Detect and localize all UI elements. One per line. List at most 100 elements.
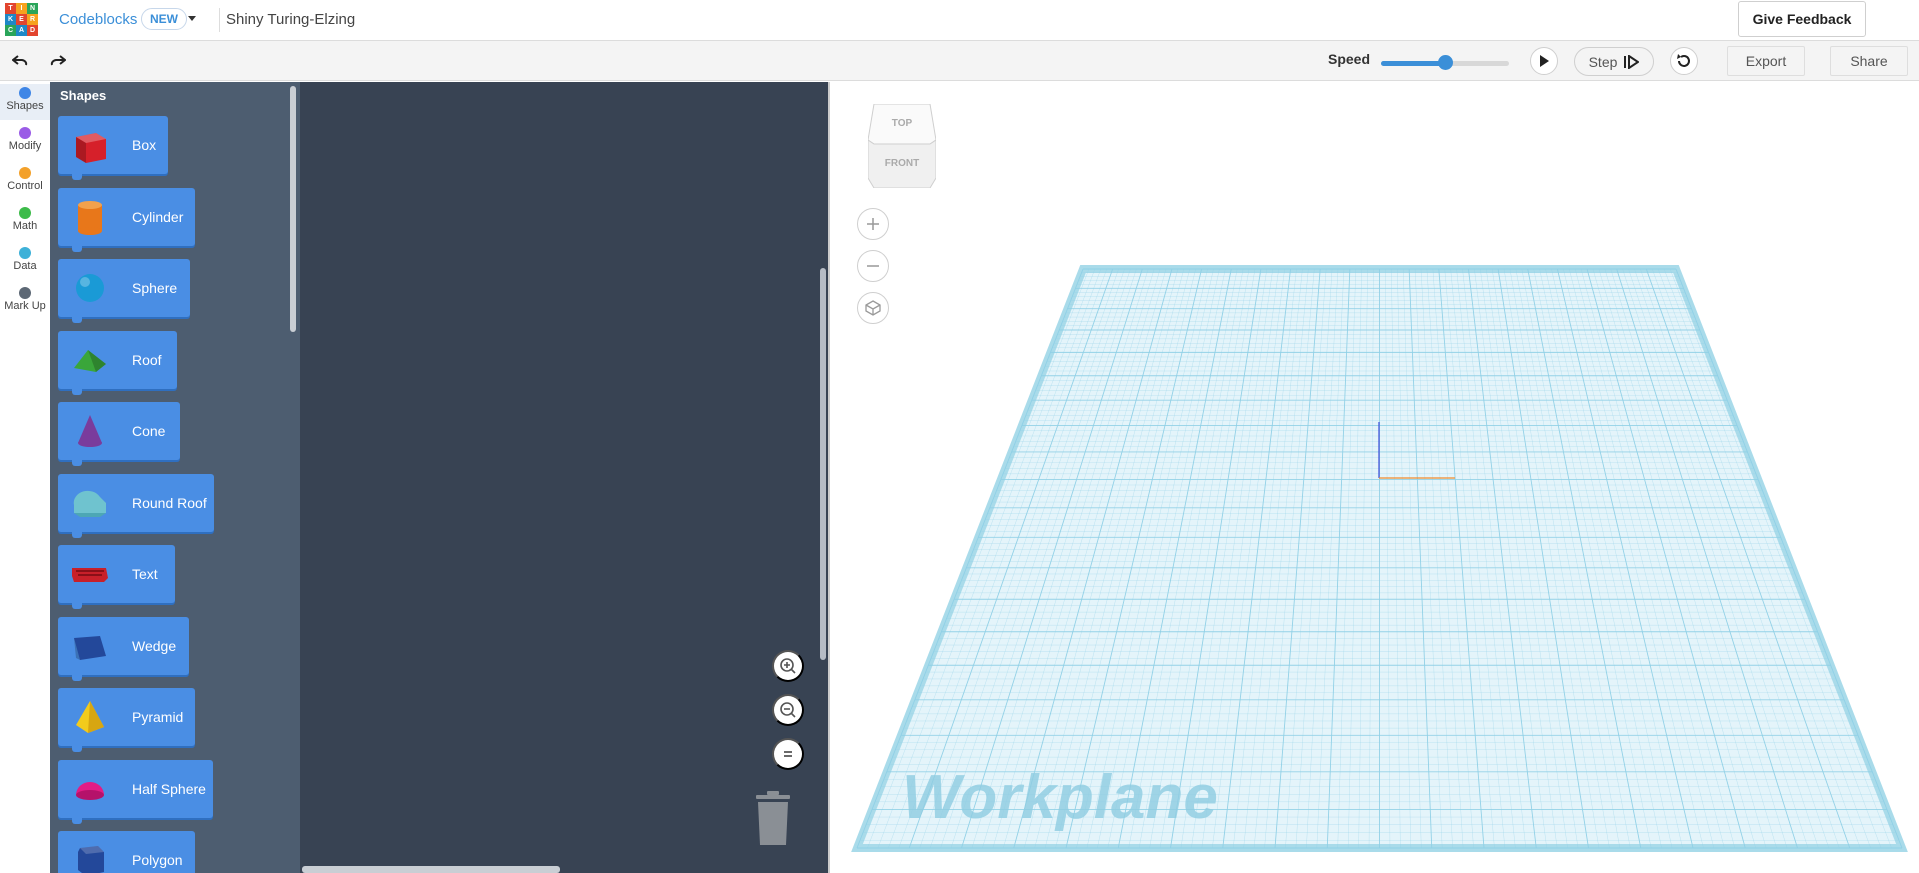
shape-block-label: Round Roof (132, 494, 207, 511)
flyout-scrollbar[interactable] (290, 86, 296, 332)
shape-block-polygon[interactable]: Polygon (58, 831, 195, 873)
shape-block-label: Pyramid (132, 709, 184, 725)
workspace-zoom-out-button[interactable] (772, 694, 804, 726)
speed-slider-fill (1381, 61, 1445, 66)
minus-icon (867, 265, 879, 267)
category-label: Shapes (6, 100, 44, 112)
category-color-dot (19, 287, 31, 299)
document-title[interactable]: Shiny Turing-Elzing (226, 11, 355, 28)
reset-button[interactable] (1670, 47, 1698, 75)
logo-letter: C (5, 25, 16, 36)
give-feedback-button[interactable]: Give Feedback (1738, 1, 1866, 37)
sphere-shape-icon (70, 268, 110, 308)
trash-icon[interactable] (752, 791, 794, 845)
undo-icon[interactable] (8, 49, 32, 73)
category-label: Modify (8, 140, 42, 152)
cone-shape-icon (70, 411, 110, 451)
viewport-home-view-button[interactable] (857, 292, 889, 324)
view-cube[interactable]: TOP FRONT (868, 104, 936, 188)
category-shapes[interactable]: Shapes (0, 84, 50, 120)
logo-letter: T (5, 3, 16, 14)
zoom-in-icon (780, 658, 796, 674)
logo-letter: R (27, 14, 38, 25)
3d-viewport[interactable]: Workplane TOP FRONT (830, 82, 1919, 873)
box-shape-icon (70, 125, 110, 165)
view-cube-top-label[interactable]: TOP (892, 118, 913, 129)
shape-block-round-roof[interactable]: Round Roof (58, 473, 214, 538)
logo-letter: I (16, 3, 27, 14)
speed-slider-thumb[interactable] (1438, 55, 1453, 70)
category-color-dot (19, 87, 31, 99)
workplane-grid[interactable]: Workplane (830, 82, 1919, 873)
code-workspace[interactable] (300, 82, 828, 873)
export-button[interactable]: Export (1727, 46, 1805, 76)
round-roof-shape-icon (70, 483, 110, 523)
category-data[interactable]: Data (0, 244, 50, 280)
new-badge: NEW (141, 8, 187, 30)
view-cube-front-label[interactable]: FRONT (885, 158, 919, 169)
category-math[interactable]: Math (0, 204, 50, 240)
text-shape-icon (70, 554, 110, 594)
shape-block-cone[interactable]: Cone (58, 402, 180, 466)
workspace-vertical-scrollbar[interactable] (820, 268, 826, 660)
category-mark-up[interactable]: Mark Up (0, 284, 50, 320)
tinkercad-logo[interactable]: TINKERCAD (5, 3, 38, 36)
pyramid-shape-icon (70, 697, 110, 737)
shape-block-sphere[interactable]: Sphere (58, 259, 190, 323)
category-rail: Shapes Modify Control Math Data Mark Up (0, 82, 50, 873)
chevron-down-icon[interactable] (188, 16, 196, 21)
wedge-shape-icon (70, 626, 110, 666)
shape-block-box[interactable]: Box (58, 116, 168, 180)
workspace-horizontal-scrollbar[interactable] (302, 866, 560, 873)
category-color-dot (19, 207, 31, 219)
title-divider (219, 8, 220, 32)
speed-label: Speed (1328, 51, 1371, 67)
shape-block-label: Half Sphere (132, 780, 206, 797)
shape-block-wedge[interactable]: Wedge (58, 616, 189, 681)
workspace-zoom-in-button[interactable] (772, 650, 804, 682)
app-name-link[interactable]: Codeblocks (59, 11, 137, 28)
category-color-dot (19, 127, 31, 139)
roof-shape-icon (70, 340, 110, 380)
category-modify[interactable]: Modify (0, 124, 50, 160)
step-label: Step (1588, 53, 1618, 70)
workspace-reset-zoom-button[interactable] (772, 738, 804, 770)
flyout-title: Shapes (60, 88, 107, 103)
logo-letter: E (16, 14, 27, 25)
cylinder-shape-icon (70, 197, 110, 237)
redo-icon[interactable] (46, 49, 70, 73)
shape-block-label: Wedge (132, 637, 177, 654)
shape-block-label: Box (132, 137, 157, 153)
share-button[interactable]: Share (1830, 46, 1908, 76)
shape-block-text[interactable]: Text (58, 545, 175, 609)
play-button[interactable] (1530, 47, 1558, 75)
shape-block-label: Text (132, 566, 158, 582)
viewport-zoom-out-button[interactable] (857, 250, 889, 282)
reset-icon (1677, 54, 1690, 67)
viewport-zoom-in-button[interactable] (857, 208, 889, 240)
shape-block-roof[interactable]: Roof (58, 330, 177, 395)
category-control[interactable]: Control (0, 164, 50, 200)
shape-block-label: Polygon (132, 852, 183, 868)
category-label: Math (12, 220, 38, 232)
category-color-dot (19, 167, 31, 179)
shape-block-pyramid[interactable]: Pyramid (58, 688, 195, 752)
category-label: Mark Up (4, 300, 46, 312)
shape-block-half-sphere[interactable]: Half Sphere (58, 759, 213, 824)
shape-block-cylinder[interactable]: Cylinder (58, 187, 195, 252)
category-color-dot (19, 247, 31, 259)
category-label: Control (7, 180, 43, 192)
half-sphere-shape-icon (70, 769, 110, 809)
shapes-flyout: Shapes Box Cylinder Sphere Roof Cone Round Ro… (50, 82, 300, 873)
category-label: Data (13, 260, 37, 272)
shape-block-label: Cone (132, 423, 166, 439)
step-button[interactable]: Step (1574, 47, 1654, 76)
shape-block-label: Cylinder (132, 208, 184, 225)
fit-view-cube-icon (865, 300, 881, 316)
polygon-shape-icon (70, 840, 110, 873)
play-icon (1540, 55, 1549, 67)
equals-icon (784, 751, 792, 757)
plus-icon (867, 218, 879, 230)
speed-slider[interactable] (1381, 55, 1509, 70)
shape-block-label: Sphere (132, 280, 178, 296)
